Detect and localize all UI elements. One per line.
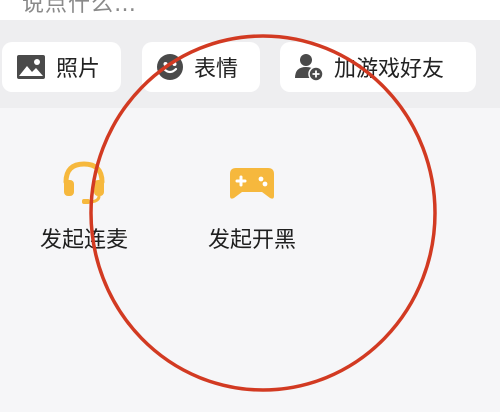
emoji-button[interactable]: 表情: [142, 42, 260, 92]
emoji-label: 表情: [194, 57, 239, 82]
add-friend-icon: [294, 52, 324, 82]
attachment-toolbar: 照片 表情 加游戏好友: [0, 20, 500, 108]
gamepad-icon: [226, 156, 278, 208]
photo-button[interactable]: 照片: [2, 42, 121, 92]
add-game-friend-button[interactable]: 加游戏好友: [280, 42, 476, 92]
message-input[interactable]: 说点什么…: [0, 0, 500, 20]
start-voice-chat-label: 发起连麦: [39, 228, 128, 253]
message-input-text: 说点什么…: [22, 0, 138, 17]
headset-icon: [58, 156, 110, 208]
start-team-game-label: 发起开黑: [207, 228, 296, 253]
emoji-icon: [156, 53, 184, 81]
add-game-friend-label: 加游戏好友: [334, 57, 445, 82]
start-voice-chat-button[interactable]: 发起连麦: [14, 156, 154, 254]
action-panel: 发起连麦 发起开黑: [0, 108, 500, 412]
photo-label: 照片: [56, 57, 101, 82]
image-icon: [16, 54, 46, 80]
start-team-game-button[interactable]: 发起开黑: [182, 156, 322, 254]
